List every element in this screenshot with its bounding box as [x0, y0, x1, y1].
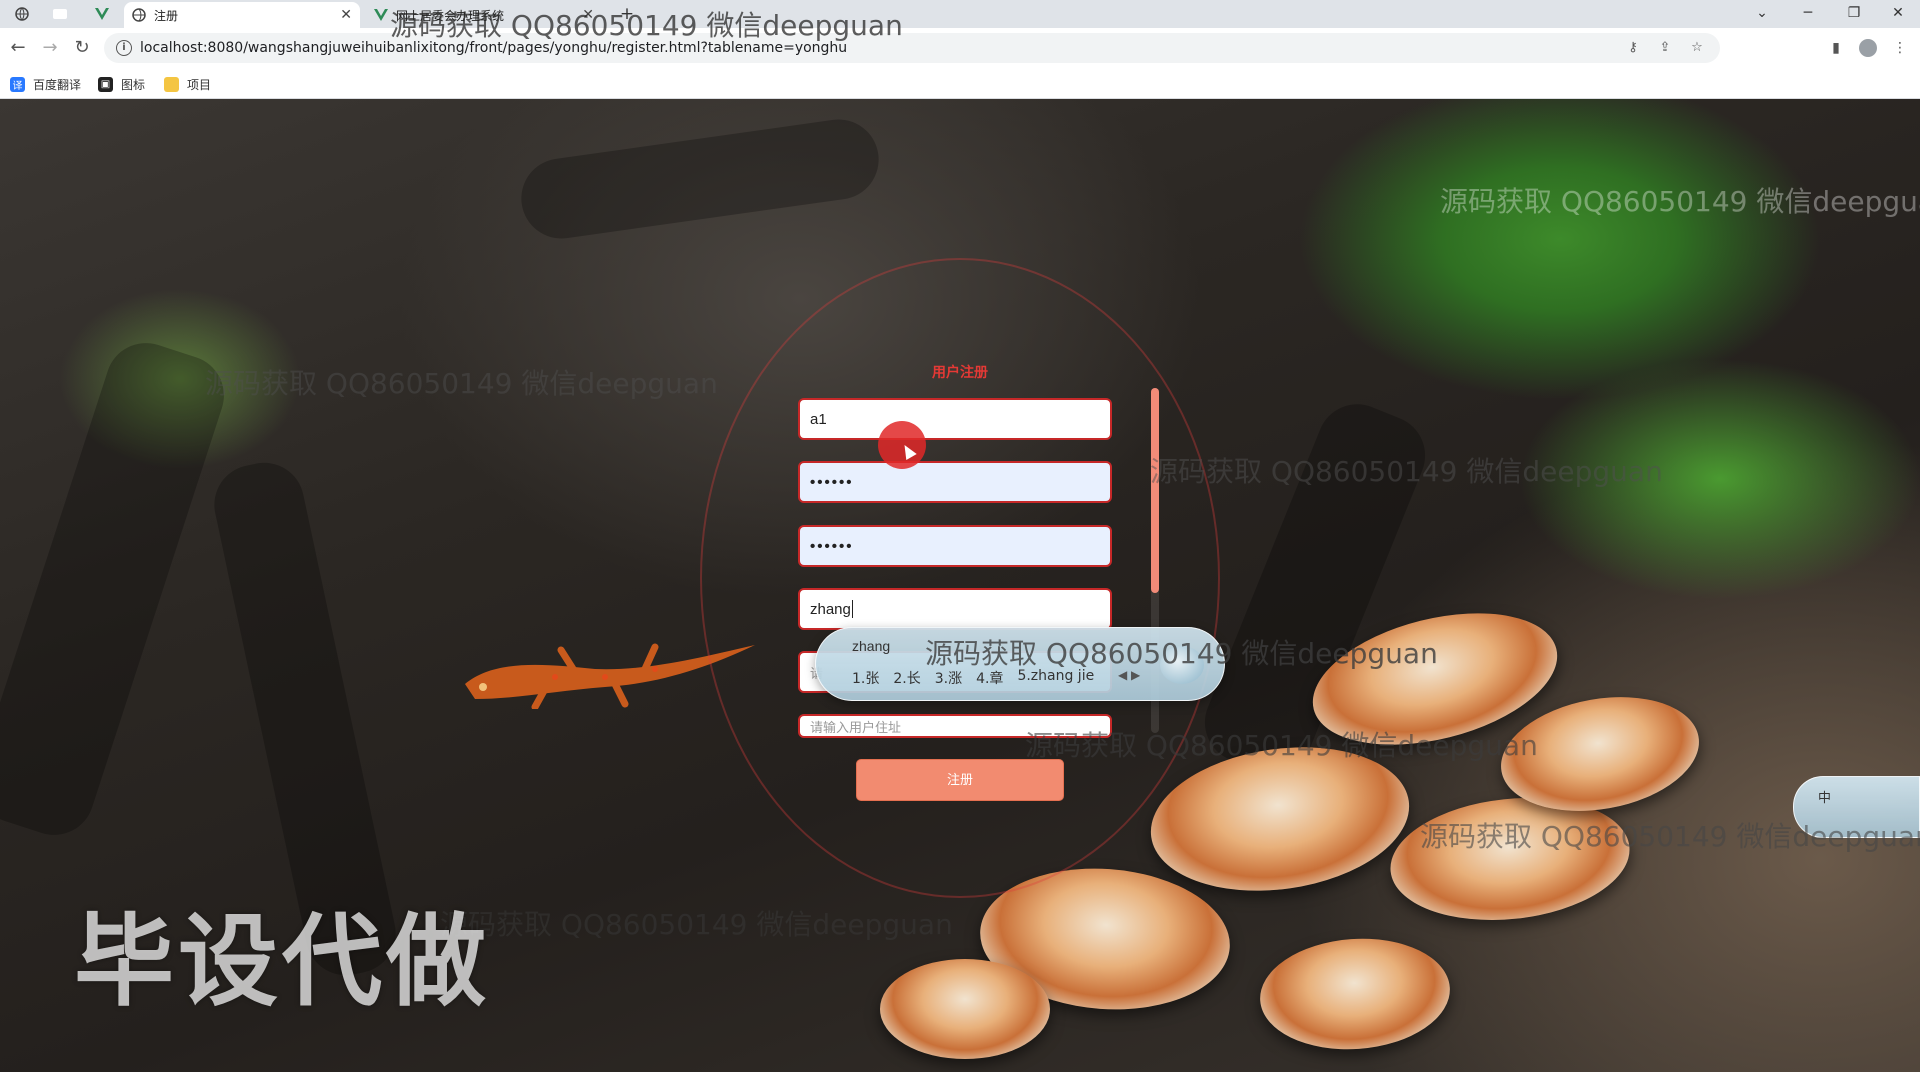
bookmark-project[interactable]: 项目	[164, 74, 211, 94]
vue-icon	[374, 8, 388, 22]
tab-system[interactable]: 网上居委会办理系统 ✕	[366, 2, 602, 28]
text-caret	[851, 600, 853, 618]
tab-register[interactable]: 注册 ✕	[124, 2, 360, 28]
ime-status-bar[interactable]: 中	[1793, 776, 1920, 838]
minimize-button[interactable]: ─	[1786, 0, 1830, 28]
register-button[interactable]: 注册	[856, 759, 1064, 801]
back-arrow-icon[interactable]: ←	[6, 36, 30, 60]
new-tab-button[interactable]: +	[616, 4, 638, 24]
address-input[interactable]: 请输入用户住址	[798, 714, 1112, 738]
ime-candidate[interactable]: 2.长	[893, 668, 920, 688]
address-bar[interactable]: i localhost:8080/wangshangjuweihuibanlix…	[104, 33, 1720, 63]
ime-page-arrows-icon[interactable]: ◀ ▶	[1118, 668, 1140, 682]
blank-tab-icon[interactable]	[48, 3, 72, 25]
password-input[interactable]: ••••••	[798, 461, 1112, 503]
account-input[interactable]: a1	[798, 398, 1112, 440]
tab-system-label: 网上居委会办理系统	[396, 8, 505, 23]
tab-strip: 注册 ✕ 网上居委会办理系统 ✕ + ⌄ ─ ❐ ✕	[0, 0, 1920, 28]
bookmark-translate[interactable]: 译 百度翻译	[10, 74, 81, 94]
menu-dots-icon[interactable]: ⋮	[1890, 38, 1910, 58]
address-url[interactable]: localhost:8080/wangshangjuweihuibanlixit…	[140, 40, 847, 56]
ime-candidate-window: zhang 1.张 2.长 3.涨 4.章 5.zhang jie ◀ ▶	[815, 627, 1225, 701]
name-input[interactable]: zhang	[798, 588, 1112, 630]
folder-icon	[164, 76, 179, 92]
window-close-button[interactable]: ✕	[1876, 0, 1920, 28]
share-icon[interactable]: ⇪	[1656, 39, 1674, 57]
bookmark-label: 项目	[187, 77, 212, 92]
reload-icon[interactable]: ↻	[70, 36, 94, 60]
bookmark-icons[interactable]: ▣ 图标	[98, 74, 145, 94]
translate-icon: 译	[10, 76, 25, 92]
name-input-value: zhang	[810, 600, 851, 618]
restore-button[interactable]: ❐	[1832, 0, 1876, 28]
close-icon[interactable]: ✕	[582, 7, 594, 23]
side-panel-icon[interactable]: ▮	[1826, 38, 1846, 58]
ime-candidate[interactable]: 5.zhang jie	[1017, 668, 1094, 688]
bark-texture	[0, 332, 235, 846]
ime-composition: zhang	[852, 638, 891, 654]
profile-avatar-icon[interactable]	[1858, 38, 1878, 58]
info-icon[interactable]: i	[116, 40, 132, 56]
ime-mode-indicator[interactable]: 中	[1818, 787, 1831, 806]
ime-skin-decoration	[1160, 646, 1204, 684]
ime-candidate[interactable]: 3.涨	[935, 668, 962, 688]
star-icon[interactable]: ☆	[1688, 39, 1706, 57]
fungus-image	[880, 959, 1050, 1059]
browser-toolbar: ← → ↻ i localhost:8080/wangshangjuweihui…	[0, 28, 1920, 68]
globe-tab-icon[interactable]	[10, 3, 34, 25]
bookmark-label: 百度翻译	[33, 77, 82, 92]
decorative-ring	[700, 258, 1220, 898]
fungus-image	[1256, 932, 1454, 1056]
forward-arrow-icon[interactable]: →	[38, 36, 62, 60]
bark-texture	[516, 114, 884, 244]
fungus-image	[1141, 731, 1419, 907]
key-icon[interactable]: ⚷	[1624, 39, 1642, 57]
close-icon[interactable]: ✕	[340, 7, 352, 23]
bookmark-label: 图标	[121, 77, 146, 92]
tab-register-label: 注册	[154, 8, 179, 23]
ime-candidate[interactable]: 1.张	[852, 668, 879, 688]
ime-candidate-list: 1.张 2.长 3.涨 4.章 5.zhang jie	[852, 668, 1094, 688]
image-icon: ▣	[98, 76, 113, 92]
ime-candidate[interactable]: 4.章	[976, 668, 1003, 688]
globe-icon	[132, 8, 146, 22]
vue-tab-icon[interactable]	[90, 3, 114, 25]
form-title: 用户注册	[932, 365, 988, 381]
watermark-stamp: 毕设代做	[74, 903, 490, 1020]
confirm-password-input[interactable]: ••••••	[798, 525, 1112, 567]
bookmarks-bar: 译 百度翻译 ▣ 图标 项目	[0, 68, 1920, 99]
form-scrollbar-thumb[interactable]	[1151, 388, 1159, 593]
tab-search-icon[interactable]: ⌄	[1740, 0, 1784, 28]
